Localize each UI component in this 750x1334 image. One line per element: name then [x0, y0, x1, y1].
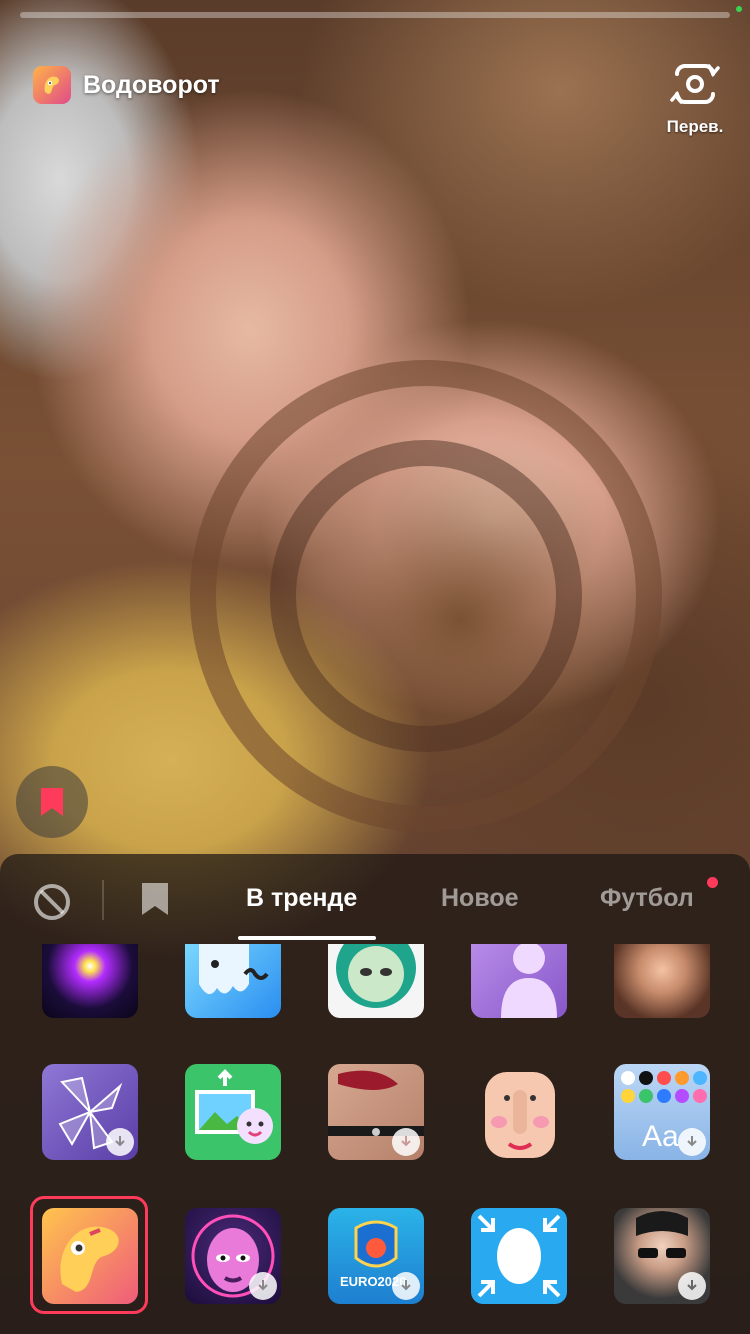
no-effect-icon[interactable] — [32, 882, 72, 922]
tab-trending[interactable]: В тренде — [246, 884, 357, 913]
lips-choker-effect-icon[interactable] — [328, 1064, 424, 1160]
active-tab-indicator — [238, 936, 376, 940]
portrait-effect-icon[interactable] — [614, 944, 710, 1018]
tab-new[interactable]: Новое — [441, 884, 519, 913]
figure-effect-icon[interactable] — [471, 944, 567, 1018]
sunglasses-portrait-effect-icon[interactable] — [614, 1208, 710, 1304]
effect-name: Водоворот — [83, 70, 220, 99]
ghost-effect-icon[interactable] — [185, 944, 281, 1018]
flip-camera-icon — [670, 64, 720, 104]
new-content-dot — [707, 877, 718, 888]
bookmark-icon — [41, 788, 63, 816]
color-text-effect-icon[interactable]: Aa — [614, 1064, 710, 1160]
face-distort-effect-icon[interactable] — [485, 1072, 555, 1158]
camera-indicator — [736, 6, 742, 12]
download-icon — [392, 1128, 420, 1156]
saved-tab-icon[interactable] — [140, 881, 170, 917]
shrink-face-effect-icon[interactable] — [471, 1208, 567, 1304]
aa-text: Aa — [642, 1120, 679, 1153]
download-icon — [678, 1128, 706, 1156]
shatter-effect-icon[interactable] — [42, 1064, 138, 1160]
download-icon — [106, 1128, 134, 1156]
favorite-button[interactable] — [16, 766, 88, 838]
flip-camera-button[interactable]: Перев. — [655, 58, 735, 137]
download-icon — [392, 1272, 420, 1300]
flip-label: Перев. — [666, 117, 724, 136]
effects-tabs: В тренде Новое Футбол — [0, 854, 750, 942]
euro2020-effect-icon[interactable]: EURO2020 — [328, 1208, 424, 1304]
tabs-divider — [102, 880, 104, 920]
current-effect[interactable]: Водоворот — [33, 66, 220, 104]
purple-face-effect-icon[interactable] — [185, 1208, 281, 1304]
swirl-distortion-inner — [270, 440, 582, 752]
download-icon — [678, 1272, 706, 1300]
whirlpool-icon — [33, 66, 71, 104]
progress-track — [20, 12, 730, 18]
alien-face-effect-icon[interactable] — [328, 944, 424, 1018]
download-icon — [249, 1272, 277, 1300]
sparkle-effect-icon[interactable] — [42, 944, 138, 1018]
tab-football[interactable]: Футбол — [600, 884, 694, 913]
selected-effect-frame — [30, 1196, 148, 1314]
photo-sticker-effect-icon[interactable] — [185, 1064, 281, 1160]
